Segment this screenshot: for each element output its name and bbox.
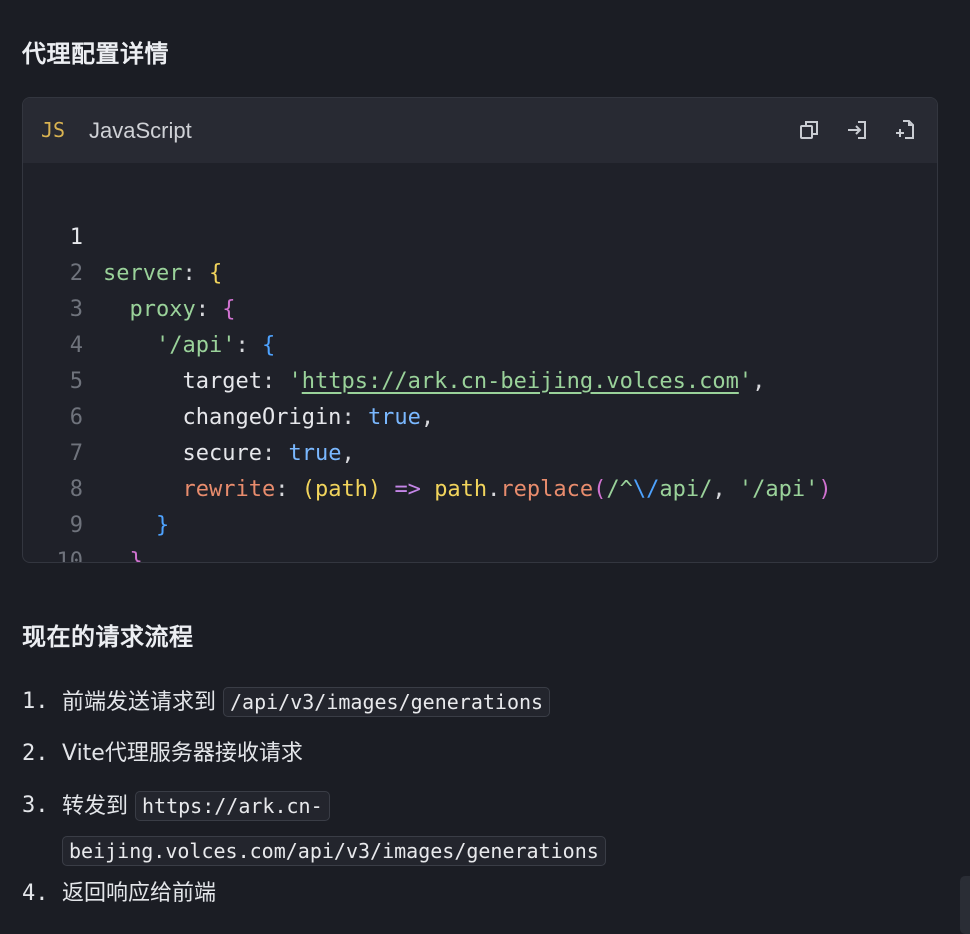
code-content: 1 server: { 2 proxy: { 3 '/api': { 4 tar… bbox=[23, 184, 937, 562]
list-item-text: 转发到 bbox=[62, 794, 129, 819]
code-line: 2 proxy: { bbox=[23, 220, 937, 322]
code-line: 5 changeOrigin: true, bbox=[23, 328, 937, 430]
list-number: 2. bbox=[22, 741, 49, 766]
js-language-icon: JS bbox=[41, 118, 66, 142]
scrollbar-thumb[interactable] bbox=[960, 876, 970, 934]
list-item: 3. 转发到 https://ark.cn- beijing.volces.co… bbox=[22, 784, 952, 874]
insert-icon[interactable] bbox=[845, 118, 869, 142]
code-line: 1 server: { bbox=[23, 184, 937, 286]
line-number: 10 bbox=[56, 549, 84, 563]
inline-code: https://ark.cn- bbox=[135, 791, 330, 821]
code-line: 6 secure: true, bbox=[23, 364, 937, 466]
list-item-text: 前端发送请求到 bbox=[62, 690, 217, 715]
code-line: 3 '/api': { bbox=[23, 256, 937, 358]
new-file-icon[interactable] bbox=[893, 118, 917, 142]
section-title-proxy-config: 代理配置详情 bbox=[22, 40, 169, 68]
list-item-text: 返回响应给前端 bbox=[62, 881, 217, 906]
request-flow-list: 1. 前端发送请求到 /api/v3/images/generations 2.… bbox=[22, 680, 952, 918]
code-line: 10 } bbox=[23, 508, 937, 562]
code-line: 7 rewrite: (path) => path.replace(/^\/ap… bbox=[23, 400, 937, 502]
language-label: JavaScript bbox=[89, 118, 192, 143]
list-item-text: Vite代理服务器接收请求 bbox=[62, 741, 303, 766]
inline-code: beijing.volces.com/api/v3/images/generat… bbox=[62, 836, 606, 866]
section-title-request-flow: 现在的请求流程 bbox=[22, 623, 194, 651]
code-line: 9 } bbox=[23, 472, 937, 562]
list-item: 4. 返回响应给前端 bbox=[22, 872, 952, 922]
code-block: JS JavaScript 1 server: {2 proxy: {3 '… bbox=[22, 97, 938, 563]
inline-code: /api/v3/images/generations bbox=[223, 687, 551, 717]
list-number: 3. bbox=[22, 793, 49, 818]
code-line: 8 } bbox=[23, 436, 937, 538]
copy-icon[interactable] bbox=[797, 118, 821, 142]
code-line: 4 target: 'https://ark.cn-beijing.volces… bbox=[23, 292, 937, 394]
list-item: 2. Vite代理服务器接收请求 bbox=[22, 732, 952, 782]
list-number: 4. bbox=[22, 881, 49, 906]
code-block-header: JS JavaScript bbox=[23, 98, 937, 163]
list-number: 1. bbox=[22, 689, 49, 714]
list-item: 1. 前端发送请求到 /api/v3/images/generations bbox=[22, 680, 952, 728]
